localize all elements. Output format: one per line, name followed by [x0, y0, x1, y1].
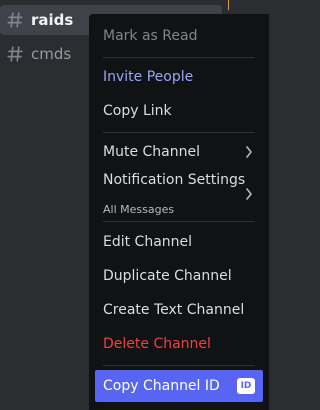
- delete-channel-item[interactable]: Delete Channel: [95, 328, 263, 360]
- notification-setting-value: All Messages: [103, 203, 175, 216]
- menu-item-label: Notification Settings: [103, 172, 246, 188]
- notification-settings-item[interactable]: Notification Settings All Messages: [95, 172, 263, 216]
- hashtag-icon: [7, 12, 23, 28]
- edit-channel-item[interactable]: Edit Channel: [95, 226, 263, 258]
- menu-item-label: Edit Channel: [103, 234, 193, 250]
- chevron-right-icon: [246, 146, 252, 158]
- chevron-right-icon: [246, 188, 252, 200]
- copy-channel-id-item[interactable]: Copy Channel ID ID: [95, 370, 263, 402]
- menu-separator: [103, 57, 255, 58]
- mute-channel-item[interactable]: Mute Channel: [95, 136, 263, 168]
- menu-item-label: Copy Link: [103, 103, 172, 119]
- menu-item-label: Copy Channel ID: [103, 378, 220, 394]
- panel-edge: [228, 0, 270, 10]
- mark-as-read-item[interactable]: Mark as Read: [95, 20, 263, 52]
- menu-item-label: Delete Channel: [103, 336, 211, 352]
- channel-name: cmds: [31, 45, 72, 63]
- menu-separator: [103, 365, 255, 366]
- invite-people-item[interactable]: Invite People: [95, 61, 263, 93]
- menu-separator: [103, 221, 255, 222]
- id-icon: ID: [237, 378, 255, 394]
- menu-item-label: Invite People: [103, 69, 194, 85]
- channel-name: raids: [31, 11, 74, 29]
- menu-item-label: Duplicate Channel: [103, 268, 232, 284]
- menu-item-label: Create Text Channel: [103, 302, 245, 318]
- menu-item-label: Mute Channel: [103, 144, 200, 160]
- menu-item-label: Mark as Read: [103, 28, 198, 44]
- copy-link-item[interactable]: Copy Link: [95, 95, 263, 127]
- channel-context-menu: Mark as Read Invite People Copy Link Mut…: [89, 14, 269, 410]
- hashtag-icon: [7, 46, 23, 62]
- menu-separator: [103, 132, 255, 133]
- create-text-channel-item[interactable]: Create Text Channel: [95, 294, 263, 326]
- duplicate-channel-item[interactable]: Duplicate Channel: [95, 260, 263, 292]
